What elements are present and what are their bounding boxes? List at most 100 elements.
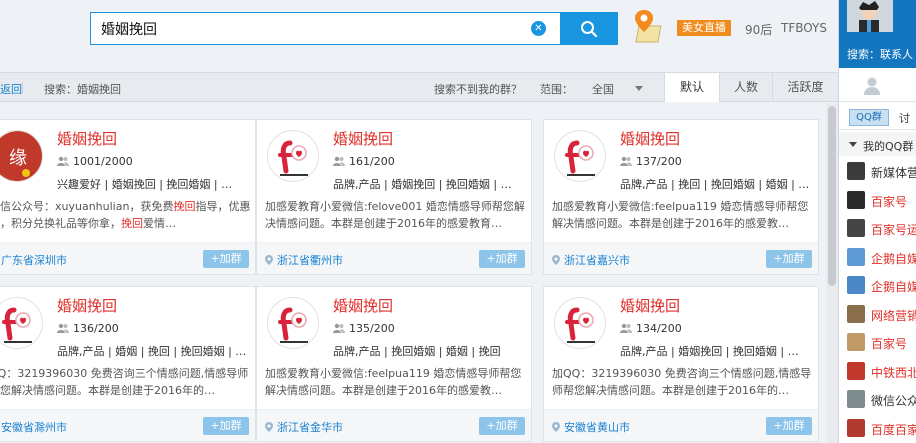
group-list-item[interactable]: 百度百家 xyxy=(839,415,916,441)
group-description: QQ：3219396030 免费咨询三个情感问题,情感导师帮您解决情感问题。本群… xyxy=(0,365,251,399)
join-group-button[interactable]: +加群 xyxy=(766,250,812,268)
not-found-link[interactable]: 搜索不到我的群？ xyxy=(434,81,522,97)
members-icon xyxy=(620,156,632,166)
group-logo[interactable] xyxy=(554,130,606,182)
group-avatar xyxy=(847,219,865,237)
group-list-item[interactable]: 百家号运 xyxy=(839,215,916,241)
scrollbar-thumb[interactable] xyxy=(828,106,836,286)
group-card[interactable]: 婚姻挽回 161/200 品牌,产品 | 婚姻挽回 | 挽回婚姻 | … 加感爱教育小… xyxy=(256,119,532,275)
join-group-button[interactable]: +加群 xyxy=(766,417,812,435)
group-tags: 品牌,产品 | 婚姻 | 挽回 | 挽回婚姻 | … xyxy=(57,345,247,358)
group-location[interactable]: 安徽省滁州市 xyxy=(0,419,67,435)
group-card[interactable]: 婚姻挽回 134/200 品牌,产品 | 婚姻挽回 | 挽回婚姻 | … 加QQ：32… xyxy=(543,286,819,442)
search-button[interactable] xyxy=(560,12,618,45)
group-avatar xyxy=(847,162,865,180)
group-title[interactable]: 婚姻挽回 xyxy=(333,128,393,149)
back-link[interactable]: 返回 xyxy=(0,81,22,97)
avatar[interactable] xyxy=(847,0,893,32)
group-location-text: 安徽省黄山市 xyxy=(564,421,630,434)
member-count: 135/200 xyxy=(333,322,395,335)
card-footer: 浙江省嘉兴市 +加群 xyxy=(544,242,818,274)
map-pin-icon[interactable] xyxy=(632,8,666,44)
join-group-button[interactable]: +加群 xyxy=(479,417,525,435)
card-desc-text: 加感爱教育小爱微信:feelpua119 婚恋情感导师帮您解决情感问题。本群是创… xyxy=(265,367,522,397)
card-desc-text: QQ：3219396030 免费咨询三个情感问题,情感导师帮您解决情感问题。本群… xyxy=(0,367,249,397)
card-desc-text: 加感爱教育小爱微信:feelpua119 婚恋情感导师帮您解决情感问题。本群是创… xyxy=(552,200,809,230)
group-description: 微信公众号：xuyuanhulian，获免费挽回指导，优惠券，积分兑换礼品等你拿… xyxy=(0,198,251,232)
group-logo[interactable] xyxy=(0,297,43,349)
location-pin-icon xyxy=(552,255,560,265)
group-list-item[interactable]: 百家号 xyxy=(839,187,916,213)
location-pin-icon xyxy=(265,422,273,432)
search-input[interactable] xyxy=(91,13,521,44)
clear-icon[interactable]: ✕ xyxy=(531,21,546,36)
tab-qq-group[interactable]: QQ群 xyxy=(849,109,889,126)
group-logo[interactable] xyxy=(267,297,319,349)
join-group-button[interactable]: +加群 xyxy=(203,250,249,268)
contact-search-input[interactable]: 搜索：联系人 xyxy=(847,46,913,62)
member-count-text: 134/200 xyxy=(636,322,682,335)
group-list-item[interactable]: 网络营销 xyxy=(839,301,916,327)
panel-tabs: QQ群 讨 xyxy=(839,104,916,130)
tab-default[interactable]: 默认 xyxy=(664,73,719,102)
svg-text:缘: 缘 xyxy=(9,148,27,169)
group-list-item[interactable]: 百家号 xyxy=(839,329,916,355)
group-card[interactable]: 婚姻挽回 136/200 品牌,产品 | 婚姻 | 挽回 | 挽回婚姻 | … QQ：… xyxy=(0,286,256,442)
group-list-item[interactable]: 微信公众 xyxy=(839,386,916,412)
group-tags: 品牌,产品 | 婚姻挽回 | 挽回婚姻 | … xyxy=(620,345,799,358)
member-count: 161/200 xyxy=(333,155,395,168)
chevron-down-icon[interactable] xyxy=(635,86,643,91)
group-title[interactable]: 婚姻挽回 xyxy=(620,295,680,316)
group-location[interactable]: 广东省深圳市 xyxy=(0,252,67,268)
group-list-label: 微信公众 xyxy=(871,394,916,408)
user-icon xyxy=(864,77,880,95)
member-count: 136/200 xyxy=(57,322,119,335)
group-list-label: 百家号 xyxy=(871,337,908,351)
group-location[interactable]: 浙江省衢州市 xyxy=(265,252,343,268)
group-title[interactable]: 婚姻挽回 xyxy=(57,128,117,149)
group-header[interactable]: 我的QQ群 xyxy=(839,132,916,156)
tab-activity[interactable]: 活跃度 xyxy=(772,73,838,102)
group-location-text: 广东省深圳市 xyxy=(1,254,67,267)
live-badge[interactable]: 美女直播 xyxy=(677,20,731,36)
user-row[interactable] xyxy=(839,70,916,102)
join-group-button[interactable]: +加群 xyxy=(479,250,525,268)
results-grid: 缘婚姻挽回 1001/2000 兴趣爱好 | 婚姻挽回 | 挽回婚姻 | … 微信公众… xyxy=(0,103,826,443)
group-list-label: 百度百家 xyxy=(871,422,916,437)
group-card[interactable]: 婚姻挽回 137/200 品牌,产品 | 挽回 | 挽回婚姻 | 婚姻 | … 加感爱… xyxy=(543,119,819,275)
group-location[interactable]: 安徽省黄山市 xyxy=(552,419,630,435)
link-tfboys[interactable]: TFBOYS xyxy=(781,21,827,35)
members-icon xyxy=(57,323,69,333)
group-card[interactable]: 婚姻挽回 135/200 品牌,产品 | 挽回婚姻 | 婚姻 | 挽回 加感爱教育小爱… xyxy=(256,286,532,442)
member-count-text: 135/200 xyxy=(349,322,395,335)
group-description: 加QQ：3219396030 免费咨询三个情感问题,情感导师帮您解决情感问题。本… xyxy=(552,365,814,399)
chevron-down-icon xyxy=(849,142,857,147)
group-title[interactable]: 婚姻挽回 xyxy=(333,295,393,316)
search-icon xyxy=(581,20,598,37)
group-title[interactable]: 婚姻挽回 xyxy=(620,128,680,149)
group-location[interactable]: 浙江省嘉兴市 xyxy=(552,252,630,268)
group-list-item[interactable]: 企鹅自媒 xyxy=(839,272,916,298)
members-icon xyxy=(57,156,69,166)
group-logo[interactable] xyxy=(554,297,606,349)
join-group-button[interactable]: +加群 xyxy=(203,417,249,435)
group-list-item[interactable]: 新媒体营 xyxy=(839,158,916,184)
contacts-panel: 搜索：联系人 QQ群 讨 我的QQ群 新媒体营 百家号 百家号运 企鹅自媒 企鹅自媒 网络… xyxy=(838,0,916,443)
region-select[interactable]: 全国 xyxy=(592,81,614,97)
group-list-item[interactable]: 中铁西北 xyxy=(839,358,916,384)
group-location[interactable]: 浙江省金华市 xyxy=(265,419,343,435)
group-card[interactable]: 缘 婚姻挽回 1001/2000 兴趣爱好 | 婚姻挽回 | 挽回婚姻 | … 微信公众… xyxy=(0,119,256,275)
group-list-label: 中铁西北 xyxy=(871,365,916,380)
card-footer: 广东省深圳市 +加群 xyxy=(0,242,255,274)
link-90s[interactable]: 90后 xyxy=(745,21,772,38)
search-box[interactable]: ✕ xyxy=(90,12,560,45)
group-logo[interactable]: 缘 xyxy=(0,130,43,182)
group-list-item[interactable]: 企鹅自媒 xyxy=(839,244,916,270)
tab-members[interactable]: 人数 xyxy=(719,73,772,102)
group-logo[interactable] xyxy=(267,130,319,182)
card-desc-text: 加QQ：3219396030 免费咨询三个情感问题,情感导师帮您解决情感问题。本… xyxy=(552,367,812,397)
group-title[interactable]: 婚姻挽回 xyxy=(57,295,117,316)
group-list-label: 企鹅自媒 xyxy=(871,251,916,266)
tab-discussion[interactable]: 讨 xyxy=(899,110,910,126)
group-location-text: 安徽省滁州市 xyxy=(1,421,67,434)
